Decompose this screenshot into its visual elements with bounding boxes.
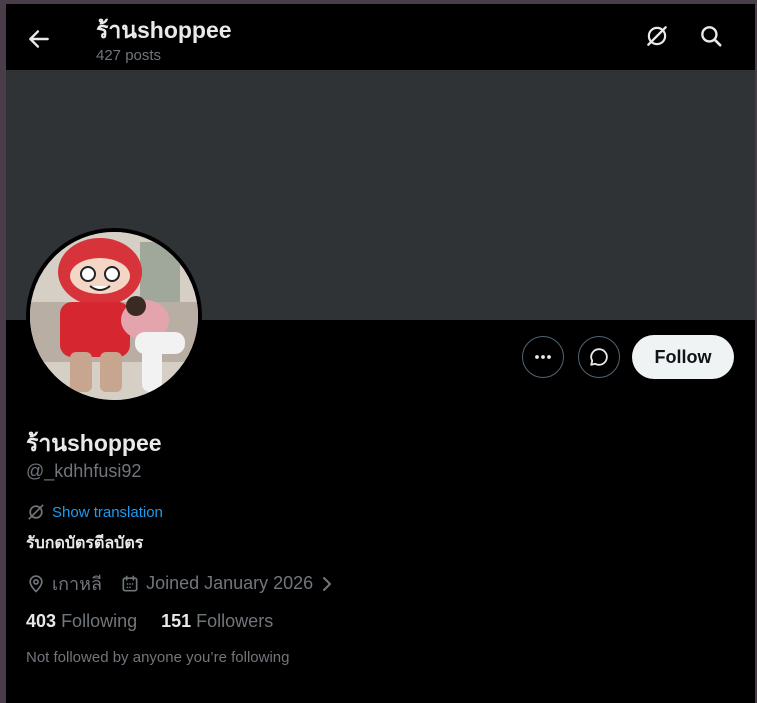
followers-link[interactable]: 151 Followers — [161, 611, 273, 632]
follow-stats: 403 Following 151 Followers — [26, 611, 273, 632]
more-horizontal-icon — [535, 355, 551, 359]
grok-icon[interactable] — [644, 23, 670, 49]
show-translation-link[interactable]: Show translation — [26, 502, 163, 522]
profile-page: ร้านshoppee 427 posts Follow ร้านshoppee… — [6, 4, 755, 703]
message-button[interactable] — [578, 336, 620, 378]
chat-bubble-icon — [590, 348, 608, 366]
show-translation-label[interactable]: Show translation — [52, 504, 163, 521]
joined-date[interactable]: Joined January 2026 — [120, 573, 335, 594]
posts-count: 427 posts — [96, 47, 162, 64]
grok-icon — [28, 504, 44, 520]
followers-label: Followers — [196, 611, 274, 631]
avatar-photo — [30, 232, 198, 400]
follow-button[interactable]: Follow — [632, 335, 734, 379]
joined-text: Joined January 2026 — [146, 573, 314, 593]
calendar-icon — [122, 575, 138, 591]
more-button[interactable] — [522, 336, 564, 378]
avatar[interactable] — [26, 228, 202, 404]
chevron-right-icon — [323, 576, 332, 591]
following-link[interactable]: 403 Following — [26, 611, 137, 632]
page-title: ร้านshoppee — [96, 17, 232, 43]
top-bar: ร้านshoppee 427 posts — [6, 4, 755, 70]
location: เกาหลี — [26, 569, 102, 598]
not-followed-notice: Not followed by anyone you’re following — [26, 649, 290, 666]
search-icon[interactable] — [698, 23, 724, 49]
profile-meta: เกาหลี Joined January 2026 — [26, 569, 335, 598]
location-text: เกาหลี — [52, 574, 103, 594]
following-count: 403 — [26, 611, 57, 631]
user-handle: @_kdhhfusi92 — [26, 461, 142, 481]
location-pin-icon — [29, 574, 43, 593]
following-label: Following — [61, 611, 138, 631]
arrow-left-icon[interactable] — [26, 26, 52, 52]
followers-count: 151 — [161, 611, 192, 631]
bio-text: รับกดบัตรตีลบัตร — [26, 535, 144, 552]
display-name: ร้านshoppee — [26, 430, 162, 456]
